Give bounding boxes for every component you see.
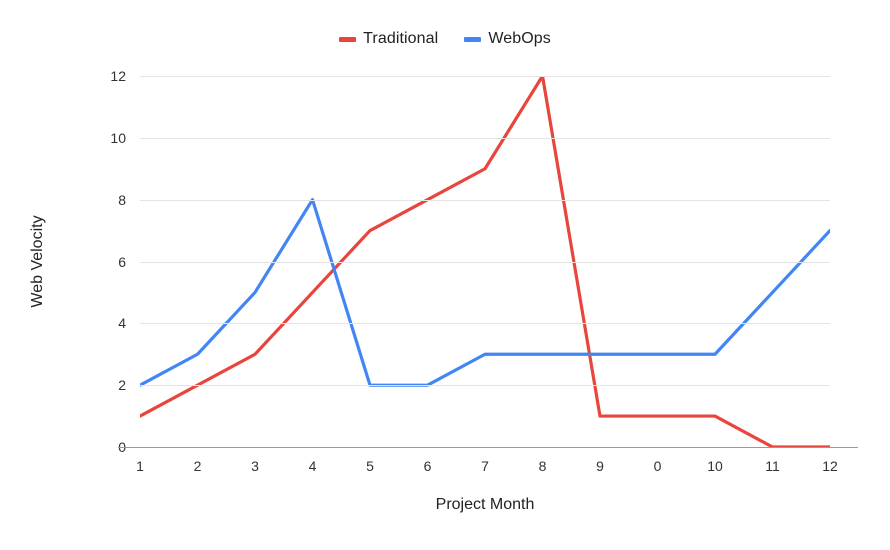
x-axis-tick-label: 5 (366, 458, 374, 474)
x-axis-tick-label: 8 (538, 458, 547, 474)
legend-swatch-icon-traditional (339, 36, 357, 42)
x-axis-tick-label: 11 (765, 458, 780, 474)
y-axis-tick-label: 10 (110, 129, 126, 146)
y-axis-tick-label: 12 (110, 68, 126, 84)
x-axis-tick-label: 12 (822, 458, 838, 474)
line-chart: Traditional WebOps Web Velocity 0 2 4 6 8 10 1… (0, 0, 890, 550)
legend-item-webops[interactable]: WebOps (464, 30, 551, 48)
x-axis-tick-label: 10 (707, 458, 723, 474)
legend-swatch-icon-webops (464, 36, 482, 42)
x-axis-tick-label: 3 (251, 458, 259, 474)
y-axis-title: Web Velocity (29, 215, 46, 308)
gridline (140, 76, 830, 77)
x-axis-tick-label: 4 (308, 458, 317, 474)
x-axis-tick-label: 2 (193, 458, 202, 474)
y-axis-tick-label: 4 (118, 315, 126, 332)
x-axis-tick-label: 0 (653, 458, 662, 474)
gridline (140, 137, 830, 139)
legend-label-webops: WebOps (488, 30, 551, 47)
chart-legend: Traditional WebOps (0, 24, 890, 54)
plot-area: 024681012 1234567890101112 (110, 68, 858, 474)
x-axis-tick-label: 7 (481, 458, 489, 474)
y-axis-tick-label: 6 (118, 253, 126, 270)
x-axis-tick-label: 9 (596, 458, 604, 474)
series-line-webops (140, 198, 830, 387)
x-axis-tick-label: 6 (423, 458, 432, 474)
gridline (140, 385, 830, 387)
x-axis-tick-label: 1 (136, 458, 144, 474)
legend-label-traditional: Traditional (363, 30, 439, 47)
x-axis-title: Project Month (435, 496, 535, 513)
x-axis-line (118, 447, 858, 448)
gridline (140, 261, 830, 263)
gridline (140, 323, 830, 325)
gridline (140, 199, 830, 201)
legend-item-traditional[interactable]: Traditional (339, 30, 438, 48)
y-axis-tick-label: 2 (118, 377, 126, 394)
y-axis-tick-label: 8 (118, 191, 126, 208)
